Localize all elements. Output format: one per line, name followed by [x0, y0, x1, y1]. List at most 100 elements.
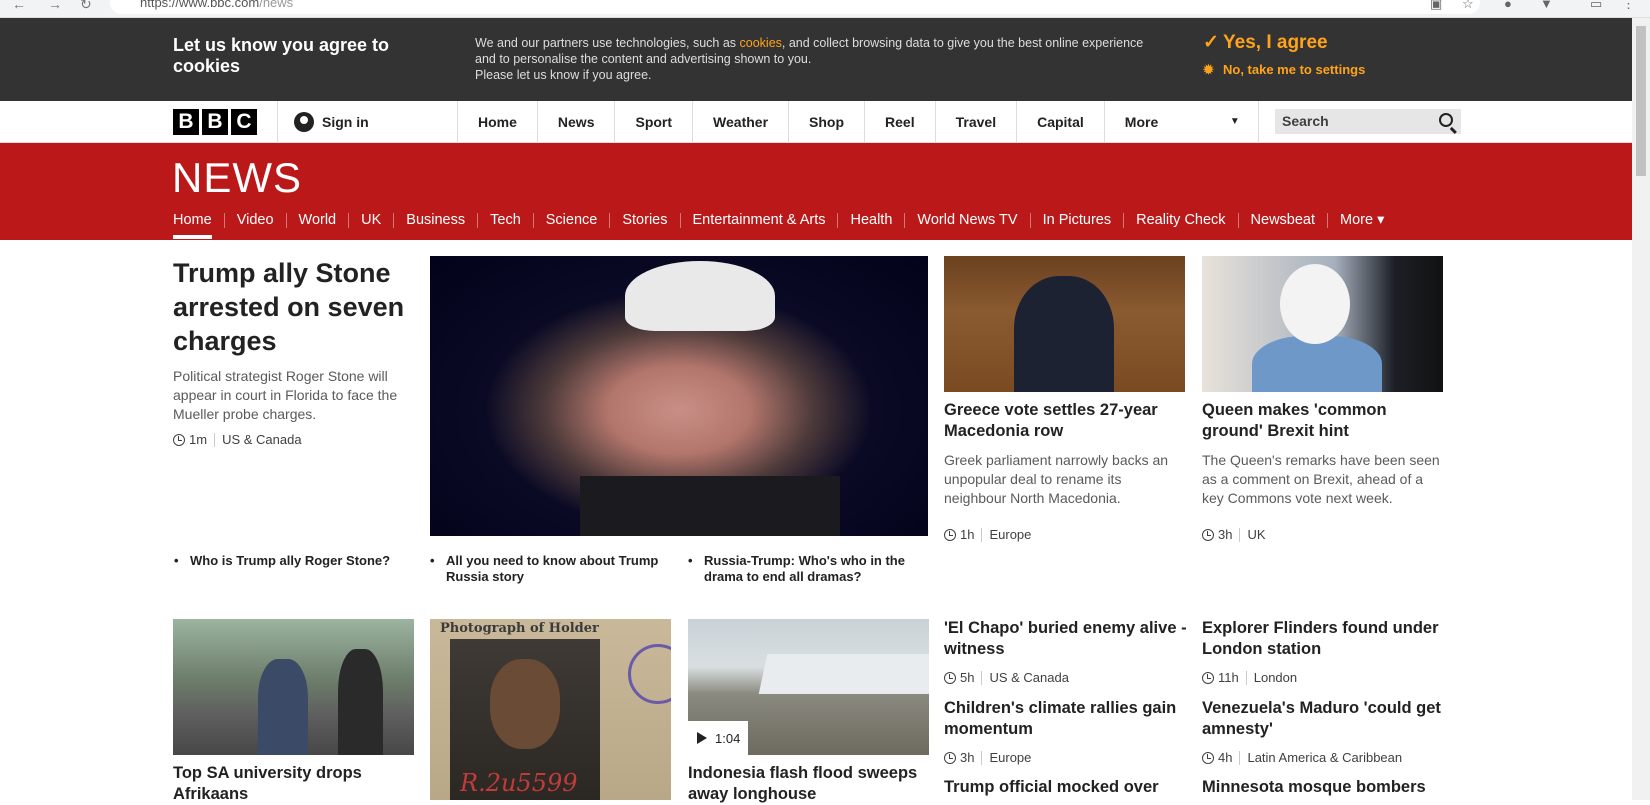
topnav-shop[interactable]: Shop: [788, 101, 864, 143]
cookies-link[interactable]: cookies: [740, 36, 782, 50]
maduro-time: 4h: [1218, 750, 1233, 765]
news-header: NEWS Home Video World UK Business Tech S…: [0, 143, 1632, 240]
chapo-time: 5h: [960, 670, 975, 685]
queen-time: 3h: [1218, 527, 1233, 542]
maduro-headline[interactable]: Venezuela's Maduro 'could get amnesty': [1202, 698, 1447, 740]
queen-photo[interactable]: [1202, 256, 1443, 392]
topnav-capital[interactable]: Capital: [1016, 101, 1104, 143]
clock-icon: [944, 671, 956, 684]
scrollbar[interactable]: [1632, 18, 1650, 800]
related-link[interactable]: All you need to know about Trump Russia …: [430, 553, 681, 585]
section-entertainment[interactable]: Entertainment & Arts: [679, 213, 838, 228]
section-video[interactable]: Video: [223, 213, 286, 228]
topnav-travel[interactable]: Travel: [934, 101, 1016, 143]
cast-icon[interactable]: ▭: [1590, 0, 1602, 12]
maduro-meta: 4h Latin America & Caribbean: [1202, 750, 1402, 765]
holder-photograph[interactable]: Photograph of Holder R.2u5599: [430, 619, 671, 800]
section-world[interactable]: World: [285, 213, 349, 228]
video-duration: 1:04: [715, 730, 741, 746]
flood-headline[interactable]: Indonesia flash flood sweeps away longho…: [688, 763, 928, 805]
topnav-weather[interactable]: Weather: [692, 101, 788, 143]
sa-headline[interactable]: Top SA university drops Afrikaans: [173, 763, 413, 805]
climate-headline[interactable]: Children's climate rallies gain momentum: [944, 698, 1189, 740]
chapo-headline[interactable]: 'El Chapo' buried enemy alive - witness: [944, 618, 1189, 660]
flinders-headline[interactable]: Explorer Flinders found under London sta…: [1202, 618, 1447, 660]
roger-stone-photo[interactable]: [430, 256, 928, 536]
section-home[interactable]: Home: [173, 213, 224, 239]
maduro-region[interactable]: Latin America & Caribbean: [1247, 750, 1402, 765]
queen-summary: The Queen's remarks have been seen as a …: [1202, 452, 1440, 506]
trump-official-headline[interactable]: Trump official mocked over: [944, 777, 1189, 798]
back-icon[interactable]: ←: [12, 0, 26, 12]
search-input[interactable]: Search: [1275, 109, 1461, 134]
topnav-reel[interactable]: Reel: [864, 101, 935, 143]
greece-parliament-photo[interactable]: [944, 256, 1185, 392]
section-in-pictures[interactable]: In Pictures: [1029, 213, 1124, 228]
section-tech[interactable]: Tech: [477, 213, 533, 228]
cookie-settings-button[interactable]: ✹ No, take me to settings: [1203, 62, 1365, 78]
section-nav: Home Video World UK Business Tech Scienc…: [173, 213, 1396, 239]
extension-icon[interactable]: ▼: [1540, 0, 1553, 11]
sa-university-photo[interactable]: [173, 619, 414, 755]
lead-meta: 1m US & Canada: [173, 430, 413, 449]
queen-meta: 3h UK: [1202, 527, 1266, 542]
section-health[interactable]: Health: [837, 213, 904, 228]
queen-region[interactable]: UK: [1247, 527, 1265, 542]
agree-button[interactable]: ✓ Yes, I agree: [1203, 31, 1328, 54]
section-newsbeat[interactable]: Newsbeat: [1237, 213, 1327, 228]
scrollbar-thumb[interactable]: [1636, 26, 1646, 176]
chapo-region[interactable]: US & Canada: [989, 670, 1069, 685]
cookie-banner: Let us know you agree to cookies We and …: [0, 18, 1632, 101]
address-bar[interactable]: https://www.bbc.com/news: [110, 0, 1480, 14]
greece-region[interactable]: Europe: [989, 527, 1031, 542]
star-icon[interactable]: ☆: [1462, 0, 1474, 12]
section-reality-check[interactable]: Reality Check: [1123, 213, 1237, 228]
menu-icon[interactable]: ⋮: [1622, 0, 1635, 12]
url-path: /news: [259, 0, 294, 10]
topnav-home[interactable]: Home: [457, 101, 537, 143]
sign-in-label: Sign in: [322, 114, 369, 130]
settings-label: No, take me to settings: [1223, 62, 1366, 77]
news-wordmark[interactable]: NEWS: [172, 154, 302, 202]
section-world-news-tv[interactable]: World News TV: [904, 213, 1029, 228]
user-icon: [294, 112, 314, 132]
cookie-text: We and our partners use technologies, su…: [475, 35, 1155, 83]
clock-icon: [173, 433, 185, 446]
lead-headline[interactable]: Trump ally Stone arrested on seven charg…: [173, 256, 413, 358]
queen-headline[interactable]: Queen makes 'common ground' Brexit hint: [1202, 400, 1442, 442]
clock-icon: [1202, 528, 1214, 541]
bbc-logo[interactable]: B B C: [173, 109, 257, 135]
browser-toolbar: ← → ↻ https://www.bbc.com/news ▣ ☆ ● ▼ ▭…: [0, 0, 1650, 18]
cookie-text-before: We and our partners use technologies, su…: [475, 36, 740, 50]
section-more[interactable]: More ▾: [1327, 213, 1396, 228]
climate-region[interactable]: Europe: [989, 750, 1031, 765]
related-link[interactable]: Russia-Trump: Who's who in the drama to …: [688, 553, 934, 585]
greece-headline[interactable]: Greece vote settles 27-year Macedonia ro…: [944, 400, 1184, 442]
video-duration-badge[interactable]: 1:04: [688, 721, 748, 755]
climate-meta: 3h Europe: [944, 750, 1031, 765]
photo-handwriting: R.2u5599: [460, 769, 578, 797]
clock-icon: [944, 528, 956, 541]
section-stories[interactable]: Stories: [609, 213, 679, 228]
translate-icon[interactable]: ▣: [1430, 0, 1442, 12]
chapo-meta: 5h US & Canada: [944, 670, 1069, 685]
topnav-news[interactable]: News: [536, 101, 615, 143]
cookie-title: Let us know you agree to cookies: [173, 35, 390, 76]
gear-icon: ✹: [1203, 62, 1214, 77]
lead-region[interactable]: US & Canada: [222, 430, 302, 449]
section-business[interactable]: Business: [393, 213, 477, 228]
chevron-down-icon: ▼: [1229, 116, 1240, 127]
topnav-more[interactable]: More ▼: [1103, 101, 1259, 143]
extension-icon[interactable]: ●: [1504, 0, 1512, 11]
forward-icon[interactable]: →: [48, 0, 62, 12]
reload-icon[interactable]: ↻: [80, 0, 92, 13]
minnesota-headline[interactable]: Minnesota mosque bombers: [1202, 777, 1447, 798]
topnav-sport[interactable]: Sport: [614, 101, 692, 143]
section-uk[interactable]: UK: [348, 213, 393, 228]
sign-in-link[interactable]: Sign in: [277, 101, 369, 143]
search-icon[interactable]: [1439, 113, 1453, 127]
flinders-region[interactable]: London: [1254, 670, 1297, 685]
related-link[interactable]: Who is Trump ally Roger Stone?: [174, 553, 420, 569]
check-icon: ✓: [1203, 32, 1219, 53]
section-science[interactable]: Science: [532, 213, 610, 228]
